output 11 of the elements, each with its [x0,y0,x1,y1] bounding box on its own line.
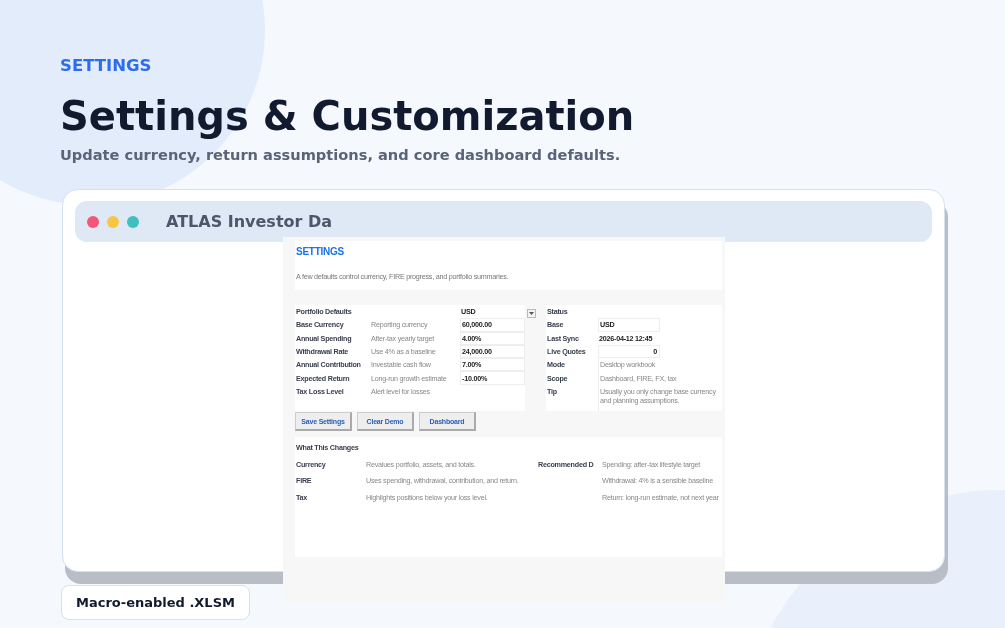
minimize-dot-icon [107,215,119,228]
close-dot-icon [87,215,99,228]
eyebrow-label: SETTINGS [60,55,153,77]
format-badge: Macro-enabled .XLSM [61,585,250,620]
page-title: Settings & Customization [60,92,636,141]
window-title: ATLAS Investor Da [166,212,333,231]
dropdown-button[interactable] [527,309,536,318]
page-subtitle: Update currency, return assumptions, and core dashboard defaults. [60,145,622,165]
caret-icon [529,312,534,315]
maximize-dot-icon [127,215,139,228]
sheet-heading: SETTINGS [296,246,345,257]
